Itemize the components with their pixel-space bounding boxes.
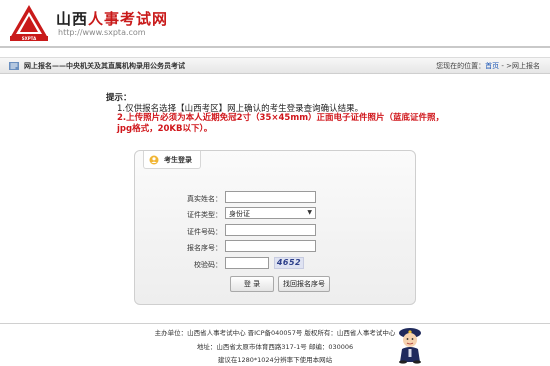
captcha-field[interactable] xyxy=(225,257,269,269)
id-number-field[interactable] xyxy=(225,224,316,236)
name-field[interactable] xyxy=(225,191,316,203)
id-type-select[interactable]: 身份证 ▼ xyxy=(225,207,316,219)
footer-address: 地址：山西省太原市体育西路317-1号 邮编：030006 xyxy=(196,343,354,351)
logo-text: SXPTA xyxy=(22,36,37,41)
login-tab: 考生登录 xyxy=(143,151,201,169)
site-url[interactable]: http://www.sxpta.com xyxy=(58,28,146,37)
breadcrumb-current: 网上报名 xyxy=(512,62,540,70)
breadcrumb-separator: - > xyxy=(499,62,512,70)
reg-number-label: 报名序号： xyxy=(187,244,222,252)
reg-number-field[interactable] xyxy=(225,240,316,252)
captcha-image[interactable]: 4652 xyxy=(274,257,304,269)
list-icon xyxy=(9,62,19,70)
breadcrumb: 您现在的位置：首页 - >网上报名 xyxy=(436,61,540,71)
breadcrumb-home-link[interactable]: 首页 xyxy=(485,62,499,70)
page-title: 网上报名——中央机关及其直属机构录用公务员考试 xyxy=(24,62,185,70)
site-title-part2: 人事考试网 xyxy=(88,10,169,28)
retrieve-reg-number-button[interactable]: 找回报名序号 xyxy=(278,276,330,292)
site-title: 山西人事考试网 xyxy=(56,8,168,29)
police-mascot-icon[interactable] xyxy=(392,322,428,364)
id-number-label: 证件号码： xyxy=(187,228,222,236)
site-header: SXPTA 山西人事考试网 http://www.sxpta.com xyxy=(0,0,550,46)
notice-item-2: 2.上传照片必须为本人近期免冠2寸（35×45mm）正面电子证件照片（蓝底证件照… xyxy=(117,113,445,134)
login-tab-label: 考生登录 xyxy=(164,156,192,164)
user-login-icon xyxy=(149,155,159,165)
chevron-down-icon: ▼ xyxy=(307,209,312,216)
site-title-part1: 山西 xyxy=(56,10,89,28)
name-label: 真实姓名： xyxy=(187,195,222,203)
breadcrumb-prefix: 您现在的位置： xyxy=(436,62,486,70)
footer-organizer: 主办单位：山西省人事考试中心 晋ICP备040057号 版权所有：山西省人事考试… xyxy=(154,329,396,337)
captcha-label: 校验码： xyxy=(194,261,222,269)
footer-divider xyxy=(0,323,550,324)
id-type-selected: 身份证 xyxy=(229,210,250,218)
login-button[interactable]: 登 录 xyxy=(230,276,274,292)
id-type-label: 证件类型： xyxy=(187,211,222,219)
breadcrumb-bar: 网上报名——中央机关及其直属机构录用公务员考试 您现在的位置：首页 - >网上报… xyxy=(0,57,550,74)
sxpta-logo[interactable]: SXPTA xyxy=(8,3,50,41)
footer-resolution-note: 建议在1280*1024分辨率下使用本网站 xyxy=(217,356,333,364)
header-divider xyxy=(0,46,550,48)
